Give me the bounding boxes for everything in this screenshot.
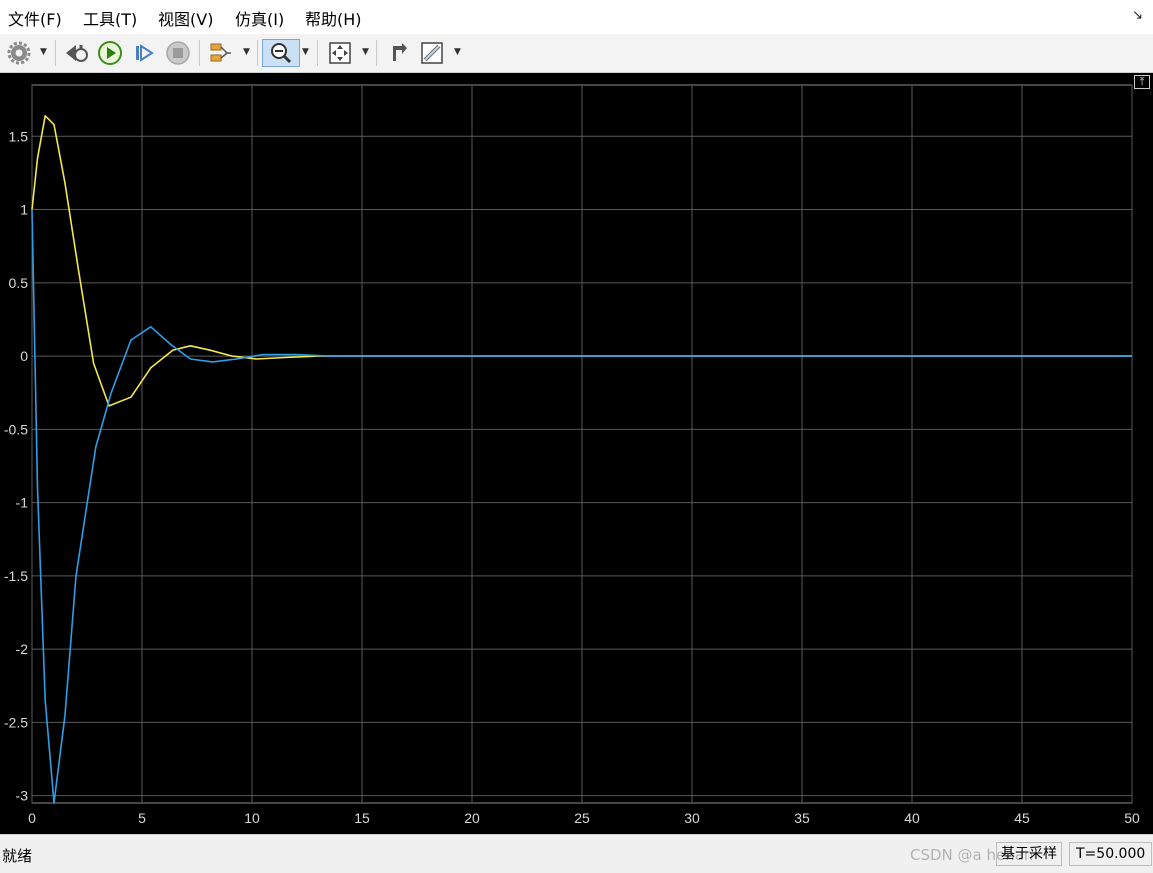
y-tick-label: -2 [16, 641, 29, 657]
menu-simulation[interactable]: 仿真(I) [235, 6, 284, 30]
x-tick-label: 50 [1124, 810, 1140, 826]
run-icon[interactable] [96, 39, 124, 67]
y-tick-label: 0.5 [9, 275, 29, 291]
restore-icon[interactable] [383, 39, 411, 67]
toolbar-separator [199, 40, 200, 66]
toolbar-separator [376, 40, 377, 66]
toolbar: ▼ ▼ ▼ ▼ ▼ [0, 34, 1153, 73]
x-tick-label: 25 [574, 810, 590, 826]
x-tick-label: 30 [684, 810, 700, 826]
zoom-icon[interactable] [262, 39, 300, 67]
y-tick-label: -3 [16, 788, 29, 804]
x-tick-label: 35 [794, 810, 810, 826]
scope-plot[interactable]: 0 5 10 15 20 25 30 35 40 45 50 -3 -2.5 -2 -1.5 -1 -0.5 0 0… [0, 73, 1153, 834]
status-bar: 就绪 CSDN @a henan 基于采样 T=50.000 [0, 834, 1153, 873]
x-tick-label: 40 [904, 810, 920, 826]
highlight-icon[interactable] [206, 39, 234, 67]
y-tick-label: -0.5 [4, 421, 28, 437]
y-tick-label: -1.5 [4, 568, 28, 584]
y-tick-label: 1 [20, 202, 28, 218]
stop-icon[interactable] [164, 39, 192, 67]
toolbar-separator [317, 40, 318, 66]
x-tick-label: 5 [138, 810, 146, 826]
fit-view-icon[interactable] [326, 39, 354, 67]
settings-dropdown-icon[interactable]: ▼ [40, 47, 47, 57]
sample-mode-label: 基于采样 [996, 842, 1062, 866]
step-forward-icon[interactable] [130, 39, 158, 67]
toolbar-separator [257, 40, 258, 66]
toolbar-separator [55, 40, 56, 66]
x-tick-label: 0 [28, 810, 36, 826]
y-tick-label: 1.5 [9, 128, 29, 144]
x-tick-label: 45 [1014, 810, 1030, 826]
fit-view-dropdown-icon[interactable]: ▼ [362, 47, 369, 57]
expand-icon[interactable]: ⤒ [1134, 75, 1150, 89]
status-text: 就绪 [2, 847, 33, 865]
menu-help[interactable]: 帮助(H) [305, 6, 362, 30]
sim-time-label: T=50.000 [1069, 842, 1153, 866]
menu-bar: 文件(F) 工具(T) 视图(V) 仿真(I) 帮助(H) ↘ [0, 0, 1153, 35]
measure-icon[interactable] [418, 39, 446, 67]
menu-tools[interactable]: 工具(T) [83, 6, 137, 30]
x-tick-label: 15 [354, 810, 370, 826]
x-tick-label: 10 [244, 810, 260, 826]
menu-view[interactable]: 视图(V) [158, 6, 213, 30]
settings-icon[interactable] [5, 39, 33, 67]
step-back-icon[interactable] [63, 39, 91, 67]
scope-plot-panel: 0 5 10 15 20 25 30 35 40 45 50 -3 -2.5 -2 -1.5 -1 -0.5 0 0… [0, 73, 1153, 834]
y-tick-label: -2.5 [4, 714, 28, 730]
y-tick-label: -1 [16, 495, 29, 511]
measure-dropdown-icon[interactable]: ▼ [454, 47, 461, 57]
y-tick-label: 0 [20, 348, 28, 364]
menu-file[interactable]: 文件(F) [8, 6, 62, 30]
x-tick-label: 20 [464, 810, 480, 826]
undock-icon[interactable]: ↘ [1132, 8, 1143, 23]
zoom-dropdown-icon[interactable]: ▼ [302, 47, 309, 57]
highlight-dropdown-icon[interactable]: ▼ [243, 47, 250, 57]
